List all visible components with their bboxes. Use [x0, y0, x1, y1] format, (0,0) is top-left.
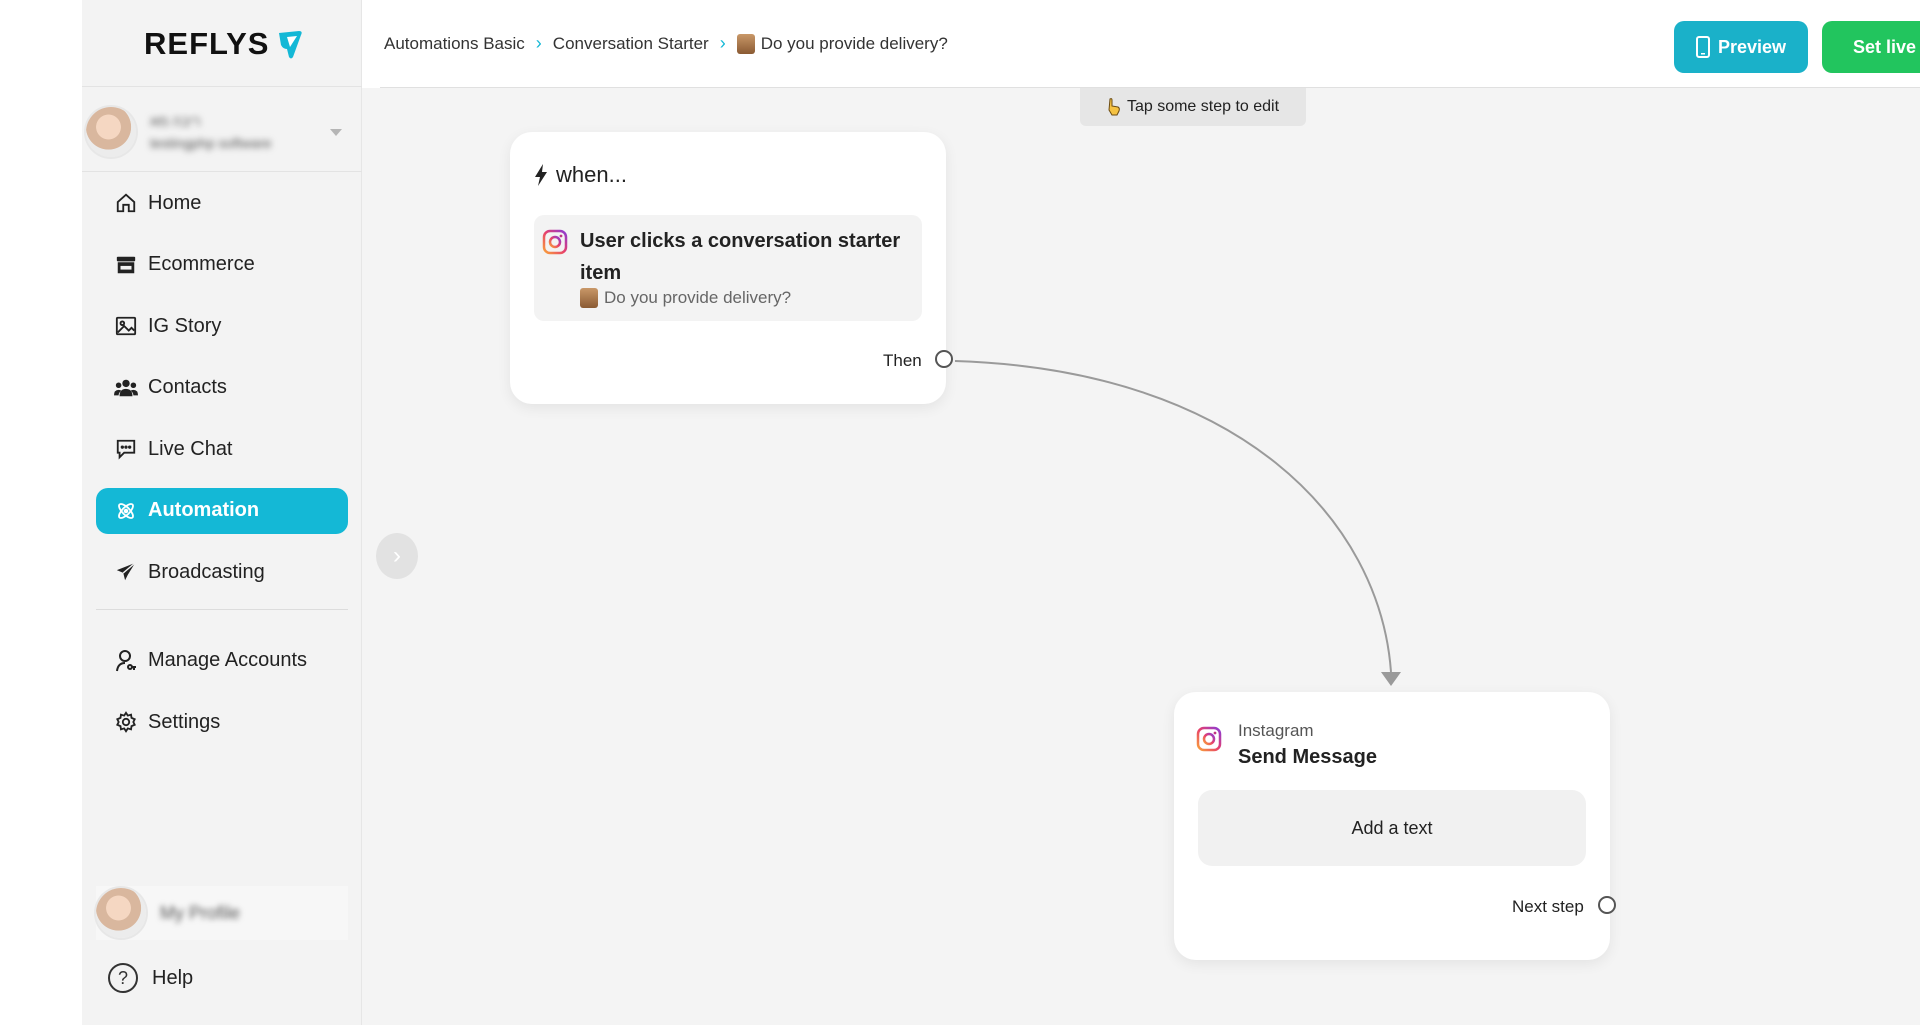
sidebar-item-label: Home	[148, 191, 202, 214]
divider	[96, 608, 348, 610]
send-message-header: Instagram Send Message	[1196, 720, 1377, 772]
chevron-right-icon: ›	[719, 33, 726, 53]
package-icon	[736, 33, 755, 54]
sidebar-item-label: Ecommerce	[148, 253, 255, 275]
account-name: ריבה מא testingphp software	[150, 113, 272, 151]
sidebar-item-live-chat[interactable]: Live Chat	[96, 426, 348, 472]
divider	[82, 86, 362, 87]
send-icon	[114, 560, 138, 584]
help-link[interactable]: ? Help	[108, 963, 193, 993]
set-live-button[interactable]: Set live	[1822, 21, 1920, 73]
avatar	[86, 107, 136, 157]
sidebar-item-broadcasting[interactable]: Broadcasting	[96, 549, 348, 595]
trigger-title: User clicks a conversation starter item	[580, 230, 901, 284]
send-message-card[interactable]: Instagram Send Message Add a text Next s…	[1174, 692, 1616, 960]
phone-icon	[1695, 36, 1710, 58]
logo[interactable]: REFLYS	[144, 24, 305, 64]
atom-icon	[114, 499, 138, 523]
divider	[82, 171, 362, 172]
sidebar-item-automation[interactable]: Automation	[96, 487, 348, 534]
sidebar-item-settings[interactable]: Settings	[96, 699, 348, 745]
sidebar-item-label: Manage Accounts	[148, 649, 307, 671]
breadcrumb-item-current: Do you provide delivery?	[760, 33, 948, 53]
sidebar-item-ecommerce[interactable]: Ecommerce	[96, 242, 348, 288]
sidebar-item-home[interactable]: Home	[96, 180, 348, 226]
set-live-label: Set live	[1852, 36, 1916, 57]
preview-button[interactable]: Preview	[1674, 21, 1808, 73]
add-text-button[interactable]: Add a text	[1198, 790, 1586, 866]
next-step-output-port[interactable]	[1598, 896, 1616, 914]
sidebar-item-label: Live Chat	[148, 437, 233, 460]
logo-text: REFLYS	[144, 26, 270, 61]
store-icon	[114, 253, 138, 277]
then-output-port[interactable]	[935, 350, 953, 368]
sidebar-item-manage-accounts[interactable]: Manage Accounts	[96, 638, 348, 684]
sidebar-item-label: Settings	[148, 710, 221, 733]
gear-icon	[114, 710, 138, 734]
pointing-hand-icon	[1108, 98, 1120, 116]
user-key-icon	[114, 649, 138, 673]
expand-panel-button[interactable]: ›	[376, 533, 418, 579]
next-step-port-label: Next step	[1512, 897, 1584, 916]
sidebar-item-label: IG Story	[148, 314, 222, 337]
profile-link[interactable]: My Profile	[96, 886, 348, 940]
package-icon	[580, 288, 598, 308]
app-root: REFLYS ריבה מא testingphp software Home	[0, 0, 1920, 1025]
avatar	[96, 888, 146, 938]
trigger-item[interactable]: User clicks a conversation starter item …	[534, 215, 922, 321]
instagram-icon	[542, 229, 568, 255]
profile-name: My Profile	[160, 902, 241, 923]
breadcrumb-item[interactable]: Automations Basic	[384, 34, 525, 54]
chevron-right-icon: ›	[535, 33, 542, 53]
breadcrumb: Automations Basic › Conversation Starter…	[384, 33, 948, 54]
then-port-label: Then	[883, 351, 922, 370]
sidebar: REFLYS ריבה מא testingphp software Home	[82, 0, 362, 1025]
sidebar-item-contacts[interactable]: Contacts	[96, 365, 348, 411]
send-platform: Instagram	[1238, 721, 1314, 740]
account-switcher[interactable]: ריבה מא testingphp software	[86, 103, 358, 161]
sidebar-item-label: Contacts	[148, 376, 227, 398]
sidebar-nav: Home Ecommerce IG Story Contacts Live Ch…	[96, 180, 348, 761]
chevron-right-icon: ›	[393, 542, 401, 569]
help-label: Help	[152, 966, 194, 989]
trigger-card[interactable]: when... User clicks a conversation start…	[510, 132, 953, 404]
instagram-icon	[1196, 726, 1222, 752]
sidebar-item-ig-story[interactable]: IG Story	[96, 303, 348, 349]
chat-icon	[114, 437, 138, 461]
users-icon	[114, 376, 138, 400]
edit-hint: Tap some step to edit	[1080, 88, 1306, 126]
send-title: Send Message	[1238, 746, 1377, 768]
lightning-icon	[535, 164, 547, 186]
sidebar-item-label: Automation	[148, 499, 260, 521]
help-icon: ?	[108, 963, 138, 993]
edit-hint-text: Tap some step to edit	[1126, 98, 1280, 115]
trigger-subtitle: Do you provide delivery?	[580, 288, 791, 308]
image-icon	[114, 314, 138, 338]
logo-mark-icon	[279, 31, 303, 59]
sidebar-item-label: Broadcasting	[148, 560, 265, 583]
breadcrumb-item[interactable]: Conversation Starter	[553, 34, 709, 54]
preview-label: Preview	[1717, 36, 1787, 57]
home-icon	[114, 191, 138, 215]
trigger-card-title: when...	[534, 162, 627, 188]
chevron-down-icon	[330, 128, 342, 136]
